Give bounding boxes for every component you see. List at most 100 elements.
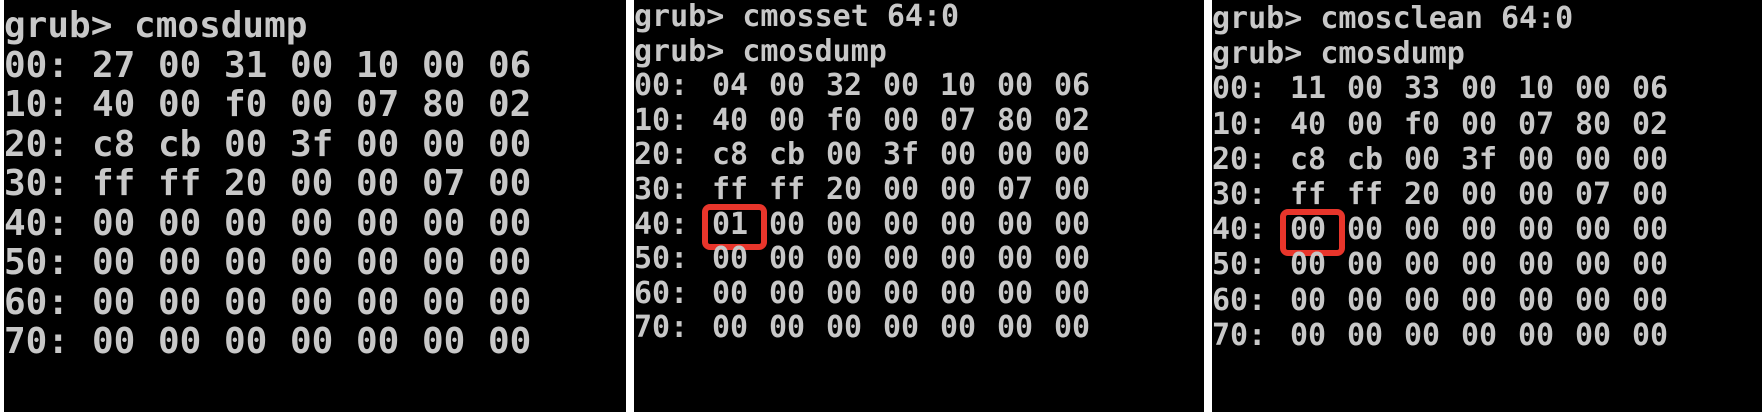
byte-value: 00 [92,202,136,244]
byte-value: 00 [1461,212,1498,248]
row-address: 00: [1212,71,1267,107]
byte-value: 00 [224,202,268,244]
row-address: 40: [634,206,689,242]
byte-value: 00 [826,310,863,346]
byte-value: 00 [1054,172,1091,207]
byte-value: 00 [224,123,268,165]
row-address: 50: [1212,247,1267,283]
command-line: grub> cmosclean 64:0 [1212,1,1574,36]
byte-value: 3f [883,137,920,173]
byte-value: 00 [1290,247,1327,283]
byte-value: 02 [1054,102,1091,138]
row-address: 20: [634,137,689,173]
byte-value: 00 [997,275,1034,311]
command-line: grub> cmosdump [4,5,308,46]
byte-value: ff [769,172,806,207]
byte-value: 40 [1290,106,1327,142]
byte-value: 00 [224,242,268,283]
byte-value: 00 [883,172,920,207]
byte-value: 00 [356,242,400,283]
byte-value: 00 [1518,282,1555,318]
byte-value: 00 [158,281,202,323]
dump-row: 50: 00 00 00 00 00 00 00 [4,245,626,285]
byte-value: 00 [1575,282,1612,318]
byte-value: 00 [356,163,400,204]
byte-value: 00 [883,275,920,311]
dump-row: 40: 00 00 00 00 00 00 00 [4,202,626,246]
byte-value: 10 [940,68,977,104]
byte-value: 00 [712,241,749,277]
byte-value: 07 [356,84,400,125]
byte-value: 02 [1632,106,1669,142]
row-address: 70: [634,310,689,346]
byte-value: 00 [826,241,863,277]
byte-value: 02 [488,84,532,125]
dump-row: 60: 00 00 00 00 00 00 00 [634,275,1204,314]
byte-value: ff [92,163,136,204]
dump-row: 60: 00 00 00 00 00 00 00 [4,281,626,325]
dump-row: 20: c8 cb 00 3f 00 00 00 [634,140,1204,175]
row-address: 60: [4,281,70,323]
byte-value: 00 [290,321,334,362]
byte-value: 3f [290,123,334,165]
byte-value: 00 [488,163,532,204]
byte-value: 00 [290,281,334,323]
byte-value: 00 [1518,177,1555,212]
dump-row: 10: 40 00 f0 00 07 80 02 [4,87,626,127]
byte-value: cb [769,137,806,173]
byte-value: 00 [1575,317,1612,353]
byte-value: 00 [1461,282,1498,318]
byte-value: 00 [1347,282,1384,318]
byte-value: 00 [940,206,977,242]
byte-value: 00 [940,310,977,346]
row-address: 40: [1212,212,1267,248]
byte-value: 00 [158,321,202,362]
byte-value: 00 [1632,177,1669,212]
byte-value: 00 [158,242,202,283]
dump-row: 20: c8 cb 00 3f 00 00 00 [1212,141,1762,180]
dump-row: 50: 00 00 00 00 00 00 00 [634,244,1204,279]
byte-value: 00 [1632,282,1669,318]
row-address: 20: [1212,141,1267,177]
byte-value: 00 [1518,247,1555,283]
byte-value: 00 [1518,141,1555,177]
byte-value: 00 [1404,247,1441,283]
byte-value: 00 [1518,212,1555,248]
row-address: 50: [634,241,689,277]
dump-row: 70: 00 00 00 00 00 00 00 [1212,317,1762,356]
byte-value: 00 [290,163,334,204]
byte-value: cb [158,123,202,165]
byte-value: f0 [826,102,863,138]
byte-value: 00 [1404,317,1441,353]
dump-row: 10: 40 00 f0 00 07 80 02 [1212,106,1762,145]
row-address: 70: [1212,317,1267,353]
byte-value: cb [1347,141,1384,177]
terminal-panel-cmosclean: grub> cmosclean 64:0 grub> cmosdump 00: 11 0… [1212,0,1762,412]
row-address: 30: [1212,177,1267,212]
dump-row: 00: 27 00 31 00 10 00 06 [4,44,626,88]
byte-value: 00 [1054,310,1091,346]
byte-value: 00 [1575,247,1612,283]
byte-value: 00 [940,275,977,311]
byte-value: 00 [883,68,920,104]
dump-row: 00: 11 00 33 00 10 00 06 [1212,74,1762,109]
row-address: 10: [4,84,70,125]
byte-value: 00 [883,102,920,138]
byte-value: 00 [712,310,749,346]
row-address: 50: [4,242,70,283]
byte-value: 00 [224,281,268,323]
byte-value: 00 [290,44,334,86]
byte-value: 04 [712,68,749,104]
byte-value: 00 [712,275,749,311]
byte-value: 00 [997,68,1034,104]
byte-value: 33 [1404,71,1441,107]
byte-value: 00 [997,137,1034,173]
byte-value: 00 [422,202,466,244]
byte-value: 07 [1575,177,1612,212]
byte-value: 32 [826,68,863,104]
byte-value: 00 [997,241,1034,277]
row-address: 40: [4,202,70,244]
byte-value: 31 [224,44,268,86]
byte-value: 00 [769,206,806,242]
byte-value: 00 [1347,317,1384,353]
